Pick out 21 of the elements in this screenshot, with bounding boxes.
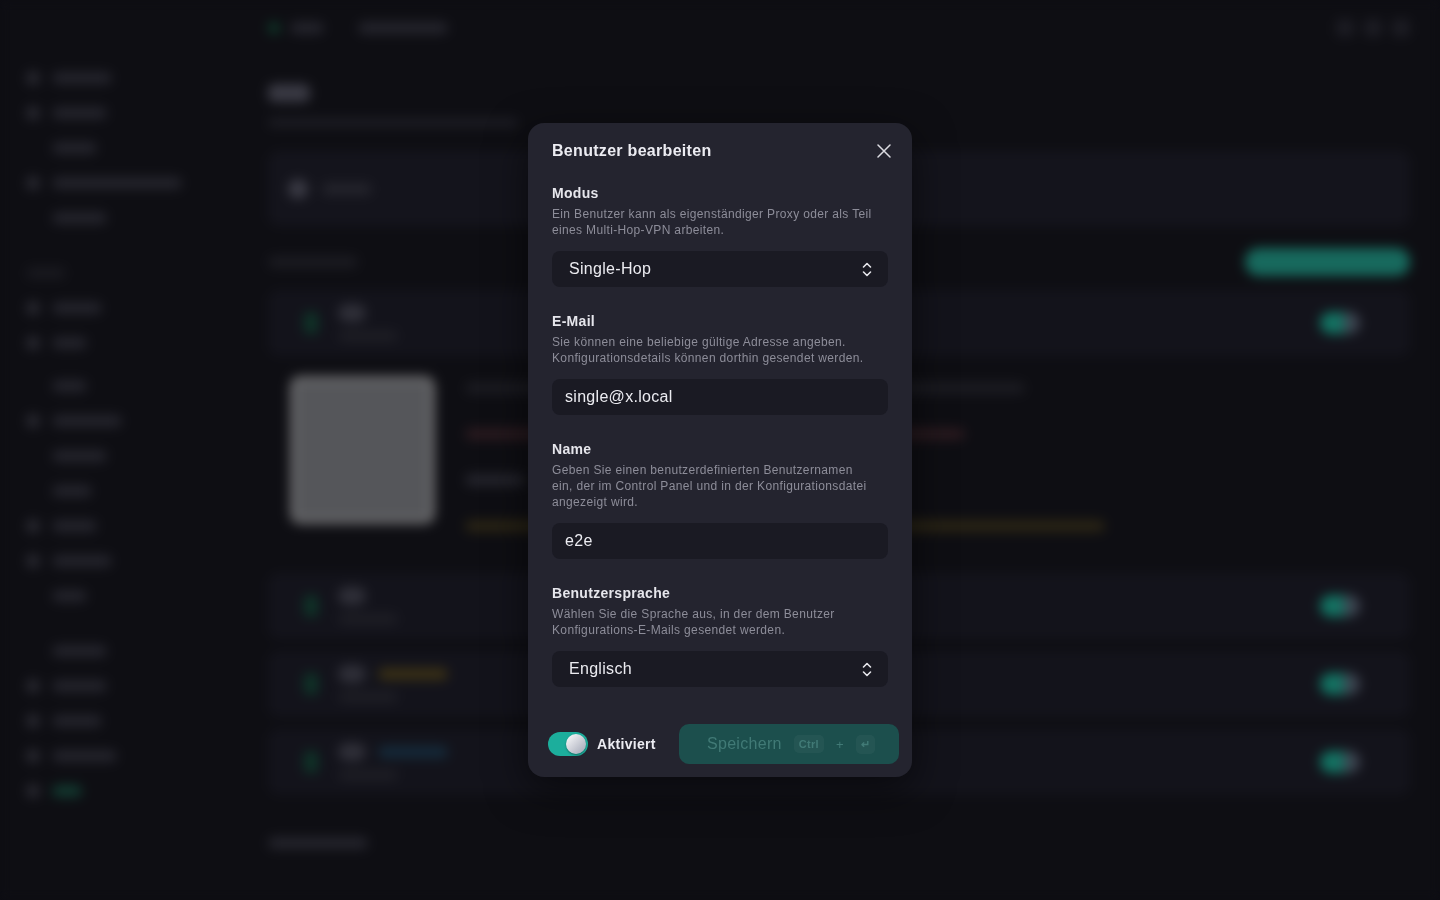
close-button[interactable]	[877, 144, 891, 158]
select-field[interactable]: Single-Hop	[552, 251, 888, 287]
chevron-up-down-icon	[862, 261, 872, 277]
field-description: Sie können eine beliebige gültige Adresse angeben. Konfigurationsdetails können dorthin gesendet werden.	[552, 334, 865, 366]
keyboard-key: ↵	[855, 734, 876, 754]
field-description: Ein Benutzer kann als eigenständiger Proxy oder als Teil eines Multi-Hop-VPN arbeiten.	[552, 206, 873, 238]
key-separator: +	[835, 736, 844, 752]
dialog-title: Benutzer bearbeiten	[552, 141, 712, 161]
select-field[interactable]: Englisch	[552, 651, 888, 687]
close-icon	[877, 144, 891, 158]
toggle-switch[interactable]	[548, 732, 588, 756]
chevron-up-down-icon	[862, 661, 872, 677]
switch-label: Aktiviert	[597, 736, 656, 752]
field-description: Geben Sie einen benutzerdefinierten Benutzernamen ein, der im Control Panel und in der Konfigurationsdatei angezeigt wird.	[552, 462, 868, 510]
field-label: Name	[552, 440, 592, 459]
field-label: Benutzersprache	[552, 584, 671, 603]
field-label: E-Mail	[552, 312, 596, 331]
text-field[interactable]: single@x.local	[552, 379, 888, 415]
field-description: Wählen Sie die Sprache aus, in der dem Benutzer Konfigurations-E-Mails gesendet werden.	[552, 606, 836, 638]
text-field[interactable]: e2e	[552, 523, 888, 559]
field-label: Modus	[552, 184, 599, 203]
